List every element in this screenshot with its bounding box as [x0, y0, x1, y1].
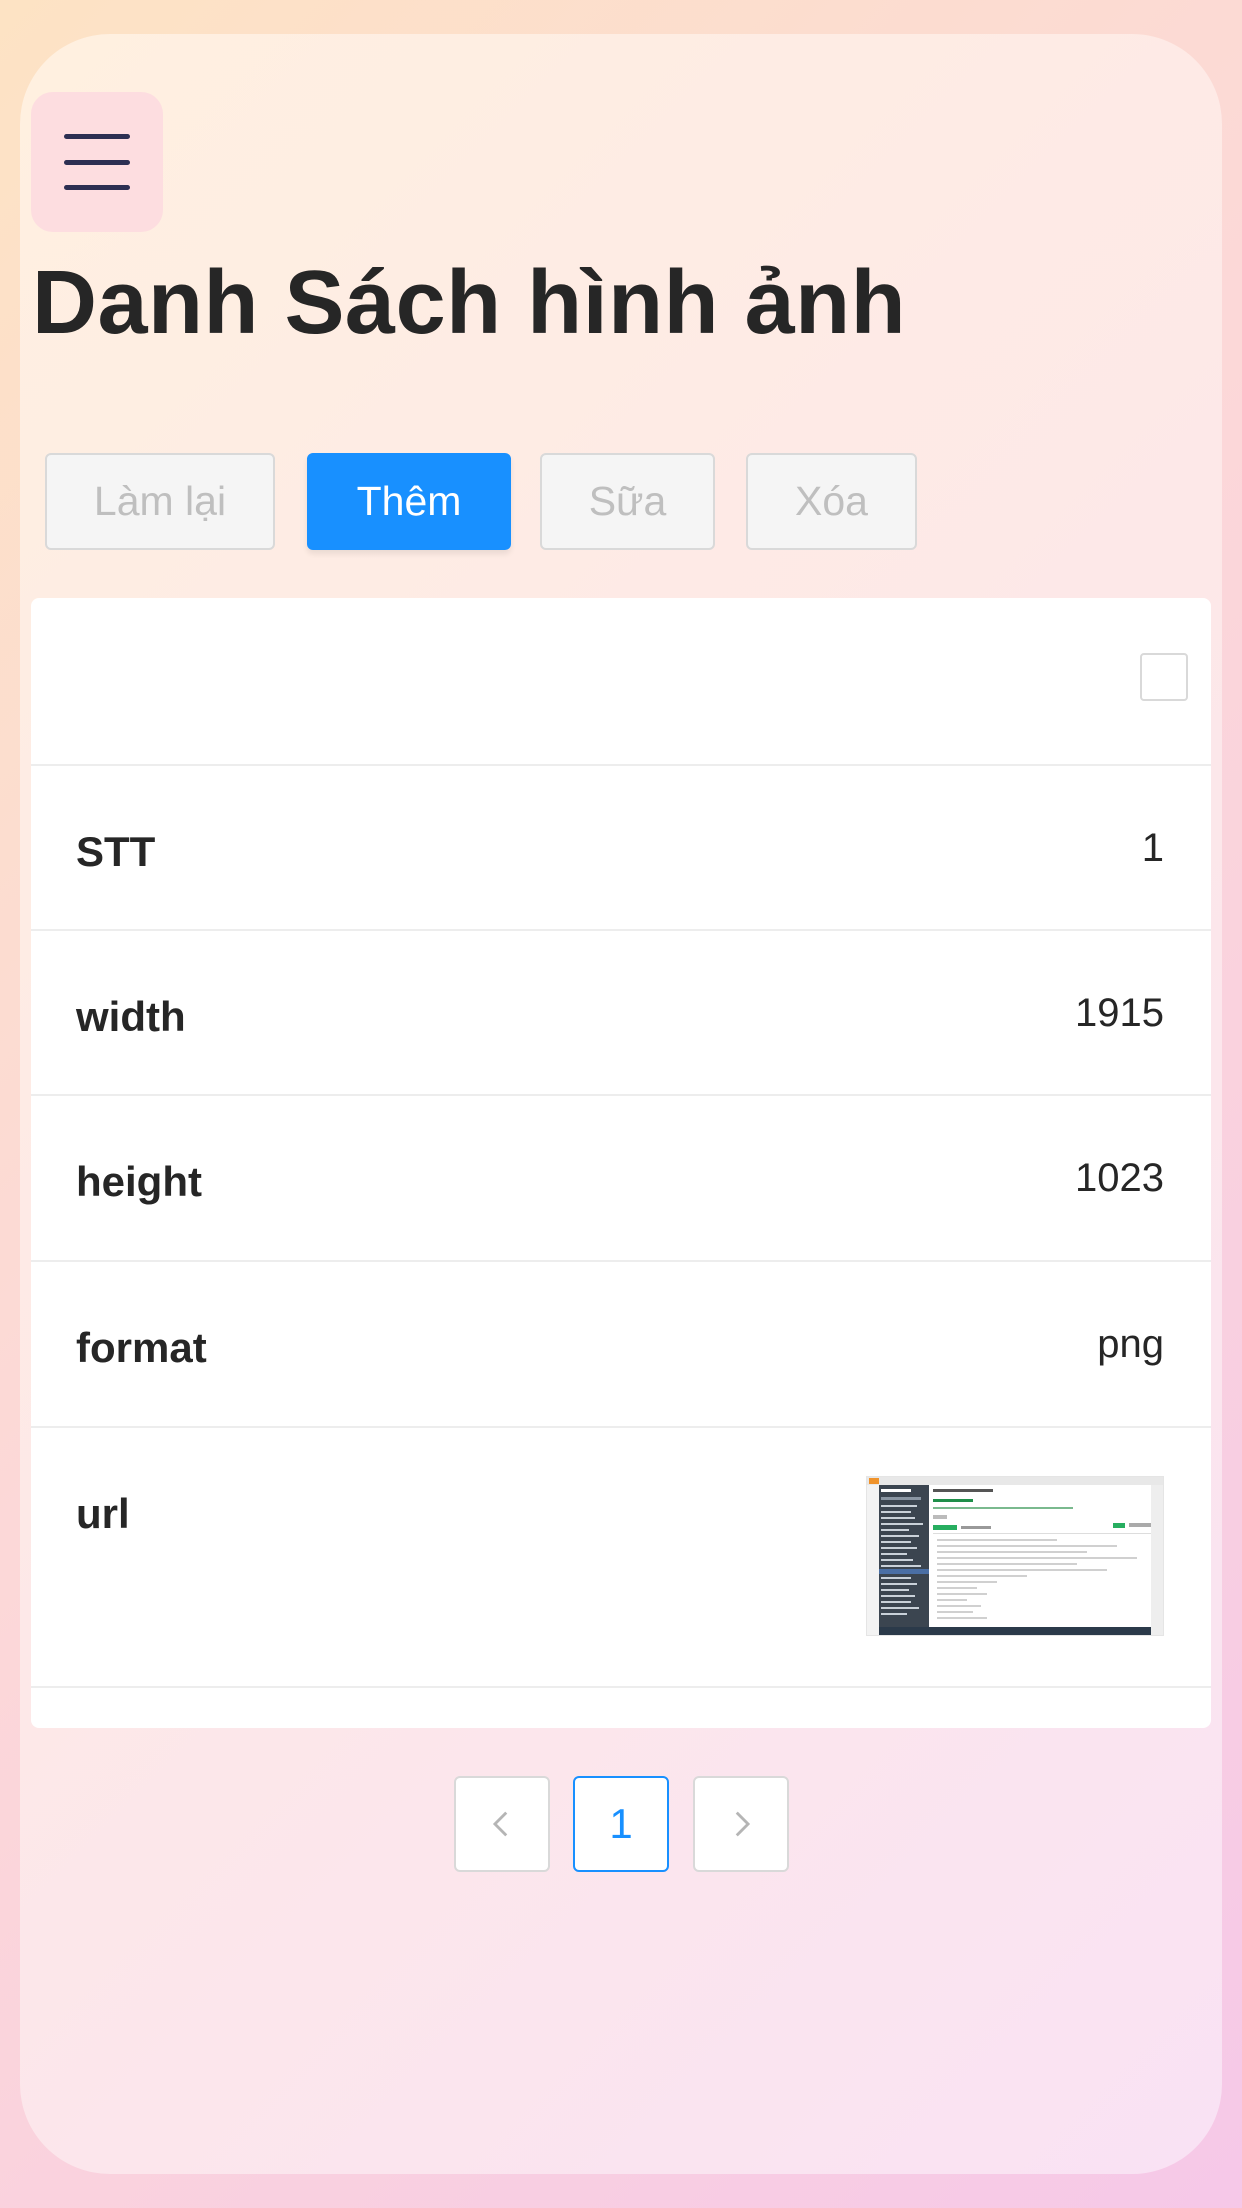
table-row: format png: [31, 1262, 1211, 1428]
chevron-right-icon: [735, 1811, 751, 1837]
field-value: 1023: [1075, 1156, 1164, 1200]
reset-button[interactable]: Làm lại: [45, 453, 275, 550]
table-row: height 1023: [31, 1096, 1211, 1262]
select-row: [31, 598, 1211, 766]
pagination: 1: [0, 1776, 1242, 1872]
chevron-left-icon: [492, 1811, 508, 1837]
image-thumbnail[interactable]: [866, 1476, 1164, 1636]
next-page-button[interactable]: [693, 1776, 789, 1872]
record-table: STT 1 width 1915 height 1023 format png …: [31, 598, 1211, 1728]
prev-page-button[interactable]: [454, 1776, 550, 1872]
field-label: height: [76, 1158, 202, 1205]
row-select-checkbox[interactable]: [1140, 653, 1188, 701]
page-button-current[interactable]: 1: [573, 1776, 669, 1872]
table-row: STT 1: [31, 766, 1211, 931]
table-row: url: [31, 1428, 1211, 1688]
field-value: 1915: [1075, 991, 1164, 1035]
table-row: width 1915: [31, 931, 1211, 1096]
hamburger-menu-icon: [64, 134, 130, 190]
field-value: 1: [1141, 826, 1164, 870]
field-label: width: [76, 993, 186, 1040]
field-value: png: [1097, 1322, 1164, 1366]
field-label: format: [76, 1324, 207, 1371]
edit-button[interactable]: Sữa: [540, 453, 715, 550]
menu-button[interactable]: [31, 92, 163, 232]
field-label: STT: [76, 828, 156, 875]
add-button[interactable]: Thêm: [307, 453, 511, 550]
screenshot-preview-image: [867, 1477, 1163, 1635]
page-title: Danh Sách hình ảnh: [32, 253, 907, 353]
delete-button[interactable]: Xóa: [746, 453, 917, 550]
field-label: url: [76, 1490, 130, 1537]
